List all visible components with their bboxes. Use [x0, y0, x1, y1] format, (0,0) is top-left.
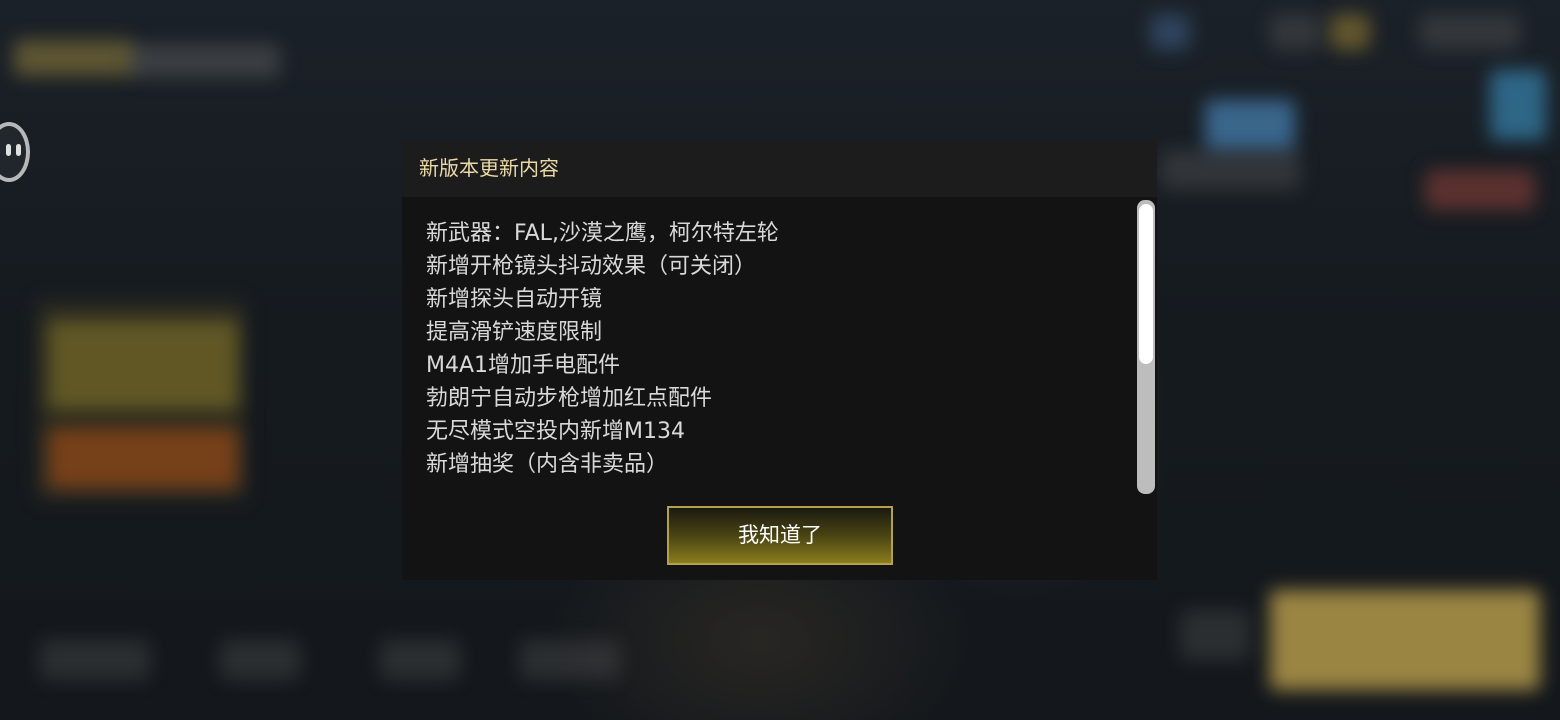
scrollbar-thumb[interactable] [1139, 204, 1153, 364]
blurred-bottom-tab [380, 640, 460, 680]
update-notes-dialog: 新版本更新内容 新武器：FAL,沙漠之鹰，柯尔特左轮 新增开枪镜头抖动效果（可关… [402, 140, 1157, 580]
blurred-top-right-label [1270, 14, 1320, 50]
dialog-title: 新版本更新内容 [419, 156, 559, 180]
blurred-top-right-label [1420, 14, 1520, 50]
update-notes-scroll-area[interactable]: 新武器：FAL,沙漠之鹰，柯尔特左轮 新增开枪镜头抖动效果（可关闭） 新增探头自… [402, 197, 1157, 497]
blurred-right-icon [1490, 70, 1546, 140]
list-item: 新武器：FAL,沙漠之鹰，柯尔特左轮 [426, 221, 779, 246]
blurred-right-bottom-label [1180, 610, 1250, 660]
list-item: 勃朗宁自动步枪增加红点配件 [426, 386, 713, 411]
blurred-right-label [1160, 150, 1300, 190]
update-notes-list: 新武器：FAL,沙漠之鹰，柯尔特左轮 新增开枪镜头抖动效果（可关闭） 新增探头自… [426, 217, 779, 481]
blurred-top-left-label [130, 44, 280, 78]
confirm-button[interactable]: 我知道了 [667, 506, 893, 565]
blurred-right-red-item [1425, 170, 1535, 210]
dialog-header: 新版本更新内容 [402, 140, 1157, 197]
blurred-left-card-yellow [48, 320, 238, 410]
blurred-bottom-tab [220, 640, 300, 680]
blurred-start-game-button [1270, 590, 1540, 690]
blurred-bottom-tab [40, 640, 150, 680]
list-item: 无尽模式空投内新增M134 [426, 419, 685, 444]
list-item: 新增抽奖（内含非卖品） [426, 452, 669, 477]
list-item: 提高滑铲速度限制 [426, 320, 603, 345]
assistant-eye-left [6, 144, 11, 156]
blurred-right-blue-item [1205, 100, 1295, 150]
blurred-top-left-banner [14, 40, 134, 76]
blurred-bottom-tab [520, 640, 620, 680]
blurred-top-right-icon [1150, 14, 1190, 50]
list-item: 新增开枪镜头抖动效果（可关闭） [426, 254, 757, 279]
list-item: 新增探头自动开镜 [426, 287, 603, 312]
assistant-eye-right [16, 144, 21, 156]
list-item: M4A1增加手电配件 [426, 353, 621, 378]
blurred-left-card-orange [48, 428, 238, 488]
blurred-top-right-coin-icon [1330, 14, 1370, 50]
scrollbar[interactable] [1137, 200, 1155, 494]
